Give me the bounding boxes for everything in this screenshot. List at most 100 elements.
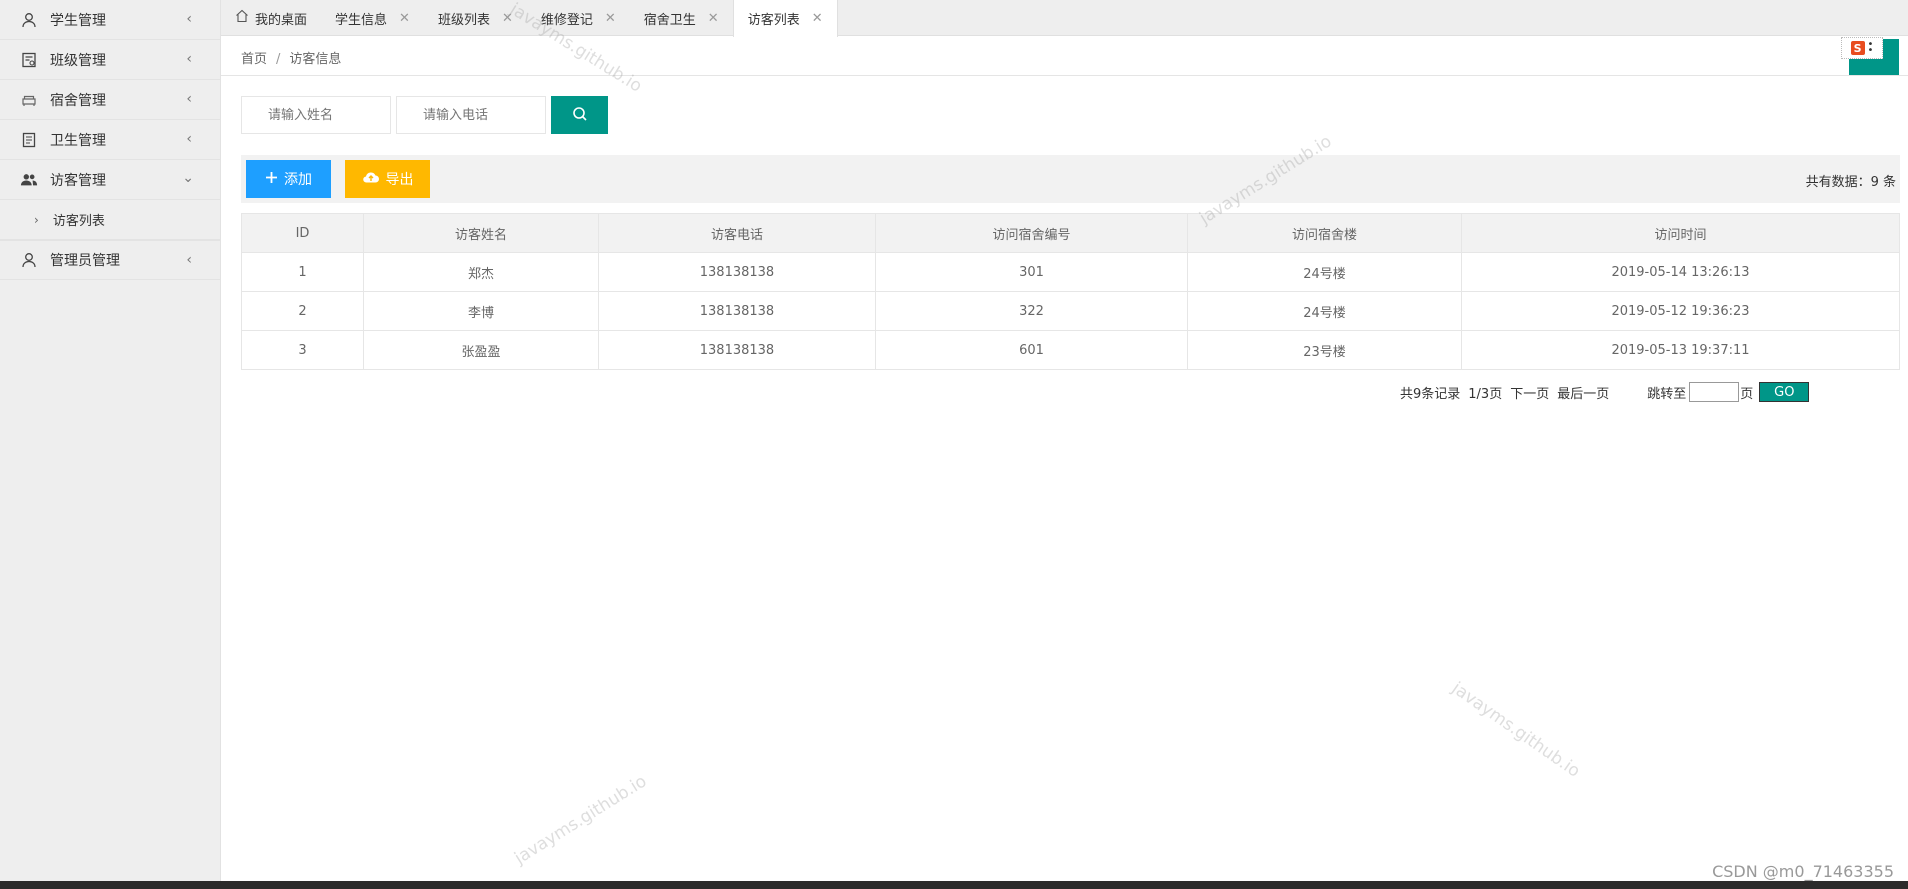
cell-phone: 138138138 bbox=[598, 252, 876, 292]
sidebar-item-label: 宿舍管理 bbox=[50, 92, 106, 109]
phone-search-input[interactable] bbox=[396, 96, 546, 134]
close-icon[interactable]: ✕ bbox=[399, 11, 410, 26]
export-button-label: 导出 bbox=[385, 172, 414, 188]
sidebar-item-classes[interactable]: 班级管理 ‹ bbox=[0, 40, 220, 80]
users-icon bbox=[20, 171, 38, 189]
close-icon[interactable]: ✕ bbox=[812, 11, 823, 26]
document-icon bbox=[20, 131, 38, 149]
sidebar-subitem-visitor-list[interactable]: › 访客列表 bbox=[0, 200, 220, 240]
table-row[interactable]: 3 张盈盈 138138138 601 23号楼 2019-05-13 19:3… bbox=[241, 330, 1900, 370]
col-header-time: 访问时间 bbox=[1461, 213, 1900, 253]
breadcrumb-current: 访客信息 bbox=[289, 52, 342, 67]
last-page-link[interactable]: 最后一页 bbox=[1557, 383, 1609, 402]
sidebar-item-label: 管理员管理 bbox=[50, 253, 120, 269]
chevron-left-icon: ‹ bbox=[186, 11, 192, 27]
cell-name: 李博 bbox=[363, 291, 599, 331]
export-button[interactable]: 导出 bbox=[345, 160, 430, 198]
close-icon[interactable]: ✕ bbox=[708, 11, 719, 26]
pager-records: 共9条记录 bbox=[1400, 386, 1461, 402]
pagination: 共9条记录 1/3页 下一页 最后一页 跳转至 页 GO bbox=[1400, 381, 1810, 403]
home-icon bbox=[235, 9, 249, 27]
cell-time: 2019-05-14 13:26:13 bbox=[1461, 252, 1900, 292]
name-search-input[interactable] bbox=[241, 96, 391, 134]
cell-dorm-no: 322 bbox=[875, 291, 1188, 331]
search-icon bbox=[572, 106, 588, 125]
breadcrumb-bar: 首页 / 访客信息 S • • bbox=[221, 37, 1908, 76]
sidebar-item-label: 访客管理 bbox=[50, 172, 106, 189]
close-icon[interactable]: ✕ bbox=[605, 11, 616, 26]
sidebar-item-students[interactable]: 学生管理 ‹ bbox=[0, 0, 220, 40]
next-page-link[interactable]: 下一页 bbox=[1510, 383, 1549, 402]
tab-visitor-list[interactable]: 访客列表 ✕ bbox=[732, 0, 838, 37]
visitor-table: ID 访客姓名 访客电话 访问宿舍编号 访问宿舍楼 访问时间 1 郑杰 1381… bbox=[241, 213, 1900, 370]
table-row[interactable]: 2 李博 138138138 322 24号楼 2019-05-12 19:36… bbox=[241, 291, 1900, 331]
sidebar-item-label: 学生管理 bbox=[50, 12, 106, 29]
breadcrumb-separator: / bbox=[276, 52, 281, 67]
chevron-down-icon: ⌄ bbox=[182, 170, 194, 186]
col-header-building: 访问宿舍楼 bbox=[1187, 213, 1462, 253]
csdn-credit: CSDN @m0_71463355 bbox=[1712, 862, 1894, 881]
col-header-id: ID bbox=[241, 213, 364, 253]
sidebar: 学生管理 ‹ 班级管理 ‹ 宿舍管理 ‹ 卫生管理 ‹ 访客管理 ⌄ › 访客列… bbox=[0, 0, 221, 881]
tab-label: 维修登记 bbox=[540, 12, 593, 28]
breadcrumb-home[interactable]: 首页 bbox=[241, 52, 267, 67]
cell-time: 2019-05-12 19:36:23 bbox=[1461, 291, 1900, 331]
tab-student-info[interactable]: 学生信息 ✕ bbox=[321, 0, 424, 36]
cloud-upload-icon bbox=[362, 170, 380, 188]
user-icon bbox=[20, 11, 38, 29]
sidebar-item-admins[interactable]: 管理员管理 ‹ bbox=[0, 240, 220, 280]
watermark: javayms.github.io bbox=[1447, 678, 1584, 782]
table-toolbar: 添加 导出 共有数据：9 条 bbox=[241, 155, 1900, 203]
col-header-phone: 访客电话 bbox=[598, 213, 876, 253]
chevron-left-icon: ‹ bbox=[186, 131, 192, 147]
chevron-left-icon: ‹ bbox=[186, 252, 192, 268]
cell-building: 24号楼 bbox=[1187, 252, 1462, 292]
app-window: 学生管理 ‹ 班级管理 ‹ 宿舍管理 ‹ 卫生管理 ‹ 访客管理 ⌄ › 访客列… bbox=[0, 0, 1908, 889]
page-unit-label: 页 bbox=[1740, 386, 1754, 402]
tab-label: 学生信息 bbox=[335, 12, 388, 28]
ime-toolbar[interactable]: S • • bbox=[1841, 37, 1883, 59]
more-icon: • • bbox=[1867, 39, 1874, 56]
sidebar-item-hygiene[interactable]: 卫生管理 ‹ bbox=[0, 120, 220, 160]
tab-dorm-hygiene[interactable]: 宿舍卫生 ✕ bbox=[630, 0, 733, 36]
admin-icon bbox=[20, 251, 38, 269]
page-jump-input[interactable] bbox=[1689, 382, 1740, 402]
tab-label: 我的桌面 bbox=[255, 12, 308, 28]
sidebar-item-label: 卫生管理 bbox=[50, 132, 106, 149]
chevron-right-icon: › bbox=[34, 212, 39, 227]
cell-building: 23号楼 bbox=[1187, 330, 1462, 370]
cell-phone: 138138138 bbox=[598, 291, 876, 331]
tab-label: 班级列表 bbox=[437, 12, 490, 28]
watermark: javayms.github.io bbox=[511, 771, 651, 869]
add-button-label: 添加 bbox=[284, 172, 312, 188]
sofa-icon bbox=[20, 91, 38, 109]
sidebar-item-dorms[interactable]: 宿舍管理 ‹ bbox=[0, 80, 220, 120]
cell-id: 1 bbox=[241, 252, 364, 292]
cell-time: 2019-05-13 19:37:11 bbox=[1461, 330, 1900, 370]
tab-bar: 我的桌面 学生信息 ✕ 班级列表 ✕ 维修登记 ✕ 宿舍卫生 ✕ 访客列表 ✕ bbox=[221, 0, 1908, 37]
close-icon[interactable]: ✕ bbox=[502, 11, 513, 26]
col-header-dorm-no: 访问宿舍编号 bbox=[875, 213, 1188, 253]
sidebar-item-visitors[interactable]: 访客管理 ⌄ bbox=[0, 160, 220, 200]
search-form bbox=[241, 96, 608, 134]
tab-label: 访客列表 bbox=[747, 13, 800, 28]
go-button[interactable]: GO bbox=[1759, 382, 1810, 402]
add-button[interactable]: 添加 bbox=[246, 160, 331, 198]
sidebar-subitem-label: 访客列表 bbox=[52, 214, 105, 229]
tab-repair[interactable]: 维修登记 ✕ bbox=[527, 0, 630, 36]
cell-id: 2 bbox=[241, 291, 364, 331]
sogou-icon: S bbox=[1850, 41, 1865, 55]
tab-class-list[interactable]: 班级列表 ✕ bbox=[424, 0, 527, 36]
cell-id: 3 bbox=[241, 330, 364, 370]
table-header-row: ID 访客姓名 访客电话 访问宿舍编号 访问宿舍楼 访问时间 bbox=[241, 213, 1900, 253]
bottom-bar bbox=[0, 881, 1908, 889]
table-row[interactable]: 1 郑杰 138138138 301 24号楼 2019-05-14 13:26… bbox=[241, 252, 1900, 292]
cell-phone: 138138138 bbox=[598, 330, 876, 370]
tab-desktop[interactable]: 我的桌面 bbox=[221, 0, 321, 36]
cell-dorm-no: 301 bbox=[875, 252, 1188, 292]
plus-icon bbox=[265, 171, 278, 188]
cell-name: 张盈盈 bbox=[363, 330, 599, 370]
search-button[interactable] bbox=[551, 96, 608, 134]
pager-current: 1/3页 bbox=[1468, 386, 1503, 402]
breadcrumb: 首页 / 访客信息 bbox=[241, 48, 341, 67]
